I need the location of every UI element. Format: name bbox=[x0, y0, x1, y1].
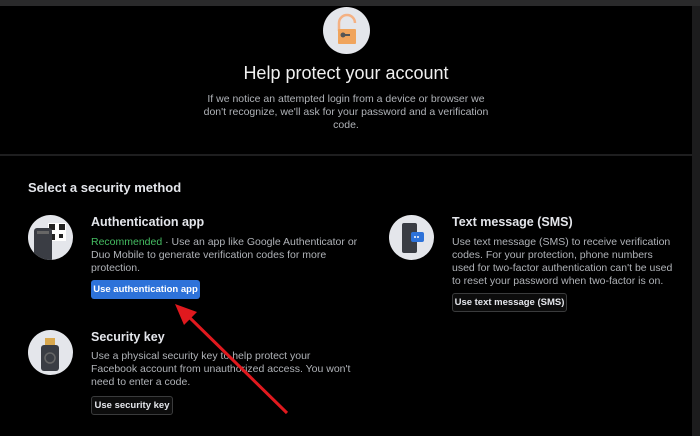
annotation-arrow-icon bbox=[175, 304, 289, 415]
